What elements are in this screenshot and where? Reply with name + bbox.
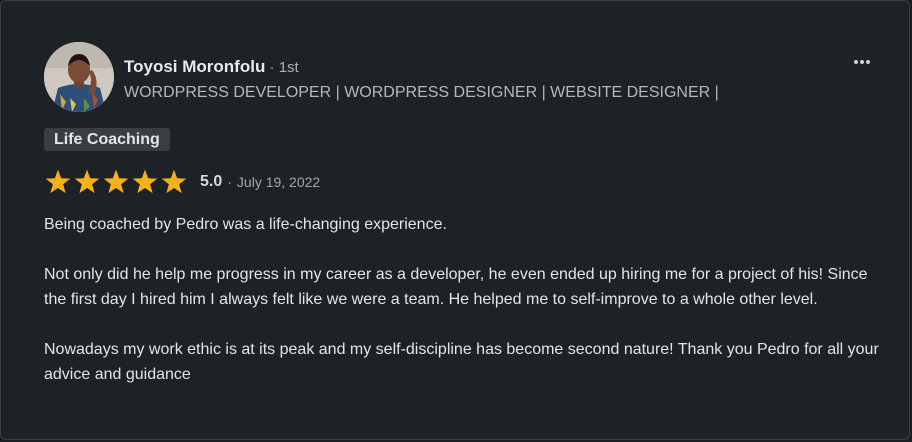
rating-score: 5.0 bbox=[200, 173, 223, 190]
star-icon bbox=[74, 169, 100, 194]
connection-separator: · bbox=[265, 59, 279, 76]
more-options-button[interactable] bbox=[849, 49, 875, 75]
more-horizontal-icon bbox=[854, 60, 870, 64]
star-icon bbox=[132, 169, 158, 194]
avatar-photo bbox=[44, 42, 114, 112]
review-paragraph: Not only did he help me progress in my c… bbox=[44, 266, 868, 308]
star-icon bbox=[103, 169, 129, 194]
review-card: Toyosi Moronfolu · 1st WORDPRESS DEVELOP… bbox=[0, 0, 910, 440]
review-paragraph: Nowadays my work ethic is at its peak an… bbox=[44, 341, 879, 383]
rating-separator: · bbox=[227, 174, 232, 190]
avatar[interactable] bbox=[44, 42, 114, 112]
rating-row: 5.0 · July 19, 2022 bbox=[44, 168, 320, 196]
author-headline: WORDPRESS DEVELOPER | WORDPRESS DESIGNER… bbox=[124, 84, 719, 101]
connection-degree: 1st bbox=[278, 59, 299, 76]
star-icon bbox=[161, 169, 187, 194]
author-name[interactable]: Toyosi Moronfolu bbox=[124, 57, 265, 76]
review-paragraph: Being coached by Pedro was a life-changi… bbox=[44, 216, 447, 233]
review-header: Toyosi Moronfolu · 1st WORDPRESS DEVELOP… bbox=[124, 56, 819, 104]
review-date: July 19, 2022 bbox=[236, 174, 321, 190]
review-text: Being coached by Pedro was a life-changi… bbox=[44, 212, 879, 412]
author-line: Toyosi Moronfolu · 1st bbox=[124, 56, 819, 79]
star-rating bbox=[44, 168, 188, 196]
service-tag: Life Coaching bbox=[44, 128, 170, 151]
star-icon bbox=[45, 169, 71, 194]
